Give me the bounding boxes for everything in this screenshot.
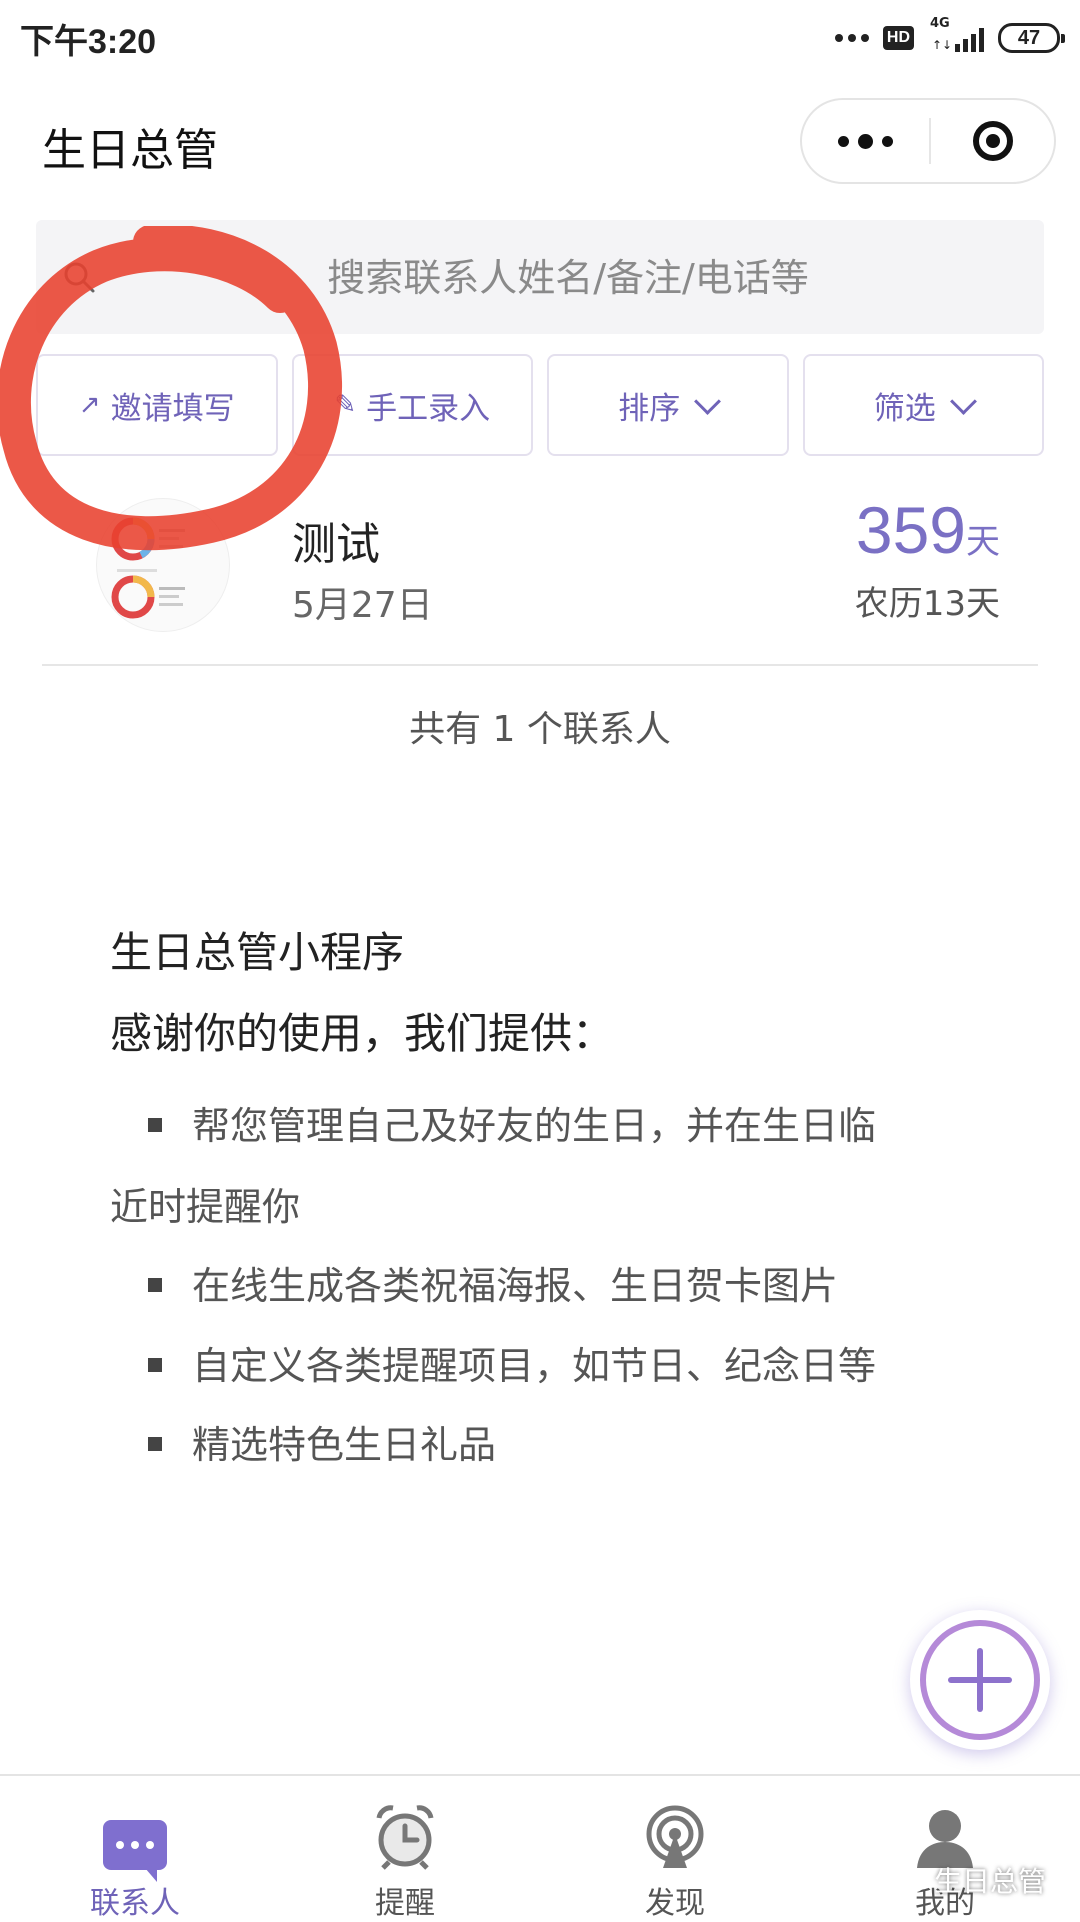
status-icons: HD 4G ↑↓ 47 — [834, 16, 1065, 58]
mini-program-capsule — [800, 98, 1056, 184]
intro-title: 生日总管小程序 — [110, 928, 405, 977]
tab-reminders[interactable]: 提醒 — [270, 1776, 540, 1922]
chat-icon — [103, 1820, 167, 1882]
feature-item: 自定义各类提醒项目，如节日、纪念日等 — [148, 1342, 970, 1391]
hd-badge: HD — [882, 26, 914, 50]
status-bar: 下午3:20 HD 4G ↑↓ 47 — [0, 0, 1080, 80]
watermark-text: 生日总管 — [933, 1865, 1046, 1898]
tab-label: 提醒 — [375, 1886, 435, 1921]
intro-subtitle: 感谢你的使用，我们提供： — [110, 1008, 615, 1058]
days-count: 359 — [855, 493, 966, 567]
feature-text: 帮您管理自己及好友的生日，并在生日临 — [192, 1103, 877, 1148]
feature-text: 在线生成各类祝福海报、生日贺卡图片 — [192, 1264, 839, 1309]
chevron-down-icon — [949, 387, 977, 415]
feature-item: 精选特色生日礼品 — [148, 1421, 970, 1470]
filter-label: 筛选 — [873, 390, 936, 427]
more-menu-button[interactable] — [802, 100, 929, 182]
wechat-icon — [890, 1866, 926, 1893]
contact-count: 共有 1 个联系人 — [409, 709, 671, 750]
tab-me[interactable]: 我的 — [810, 1776, 1080, 1922]
sort-label: 排序 — [618, 390, 681, 427]
tab-label: 发现 — [645, 1886, 705, 1921]
filter-button[interactable]: 筛选 — [802, 354, 1044, 456]
tab-label: 联系人 — [90, 1886, 180, 1921]
bullet-square-icon — [148, 1357, 162, 1372]
feature-item: 帮您管理自己及好友的生日，并在生日临 — [148, 1102, 970, 1151]
wechat-watermark: 生日总管 — [890, 1860, 1046, 1900]
more-dots-icon — [834, 34, 869, 42]
alarm-clock-icon — [376, 1805, 434, 1870]
data-arrows: ↑↓ — [932, 38, 953, 52]
signal-icon: 4G ↑↓ — [928, 16, 984, 56]
page-title: 生日总管 — [42, 125, 218, 176]
feature-item: 在线生成各类祝福海报、生日贺卡图片 — [148, 1262, 970, 1311]
bullet-square-icon — [148, 1437, 162, 1452]
add-contact-button[interactable] — [910, 1610, 1050, 1750]
close-mini-program-button[interactable] — [931, 100, 1054, 182]
manual-entry-label: 手工录入 — [366, 390, 491, 427]
divider — [42, 664, 1038, 666]
bullet-square-icon — [148, 1278, 162, 1293]
tab-discover[interactable]: 发现 — [540, 1776, 810, 1922]
bullet-square-icon — [148, 1117, 162, 1132]
chevron-down-icon — [694, 387, 722, 415]
contact-birthday-date: 5月27日 — [292, 585, 433, 626]
plus-icon — [920, 1620, 1040, 1740]
lunar-days: 农历13天 — [854, 584, 1000, 624]
network-type: 4G — [930, 16, 950, 31]
days-until-birthday: 359天 — [856, 492, 1000, 568]
days-unit: 天 — [966, 522, 1000, 562]
tab-contacts[interactable]: 联系人 — [0, 1776, 270, 1922]
battery-icon: 47 — [998, 23, 1065, 53]
feature-text: 精选特色生日礼品 — [192, 1423, 497, 1468]
status-time: 下午3:20 — [20, 23, 157, 61]
intro-section: 生日总管小程序 感谢你的使用，我们提供： 帮您管理自己及好友的生日，并在生日临 … — [110, 924, 970, 1471]
title-bar: 生日总管 — [0, 90, 1080, 190]
feature-text-continued: 近时提醒你 — [110, 1184, 301, 1229]
target-icon — [972, 121, 1013, 161]
sort-button[interactable]: 排序 — [547, 354, 789, 456]
red-circle-annotation — [0, 226, 343, 551]
feature-text: 自定义各类提醒项目，如节日、纪念日等 — [192, 1343, 877, 1388]
broadcast-icon — [646, 1805, 704, 1868]
